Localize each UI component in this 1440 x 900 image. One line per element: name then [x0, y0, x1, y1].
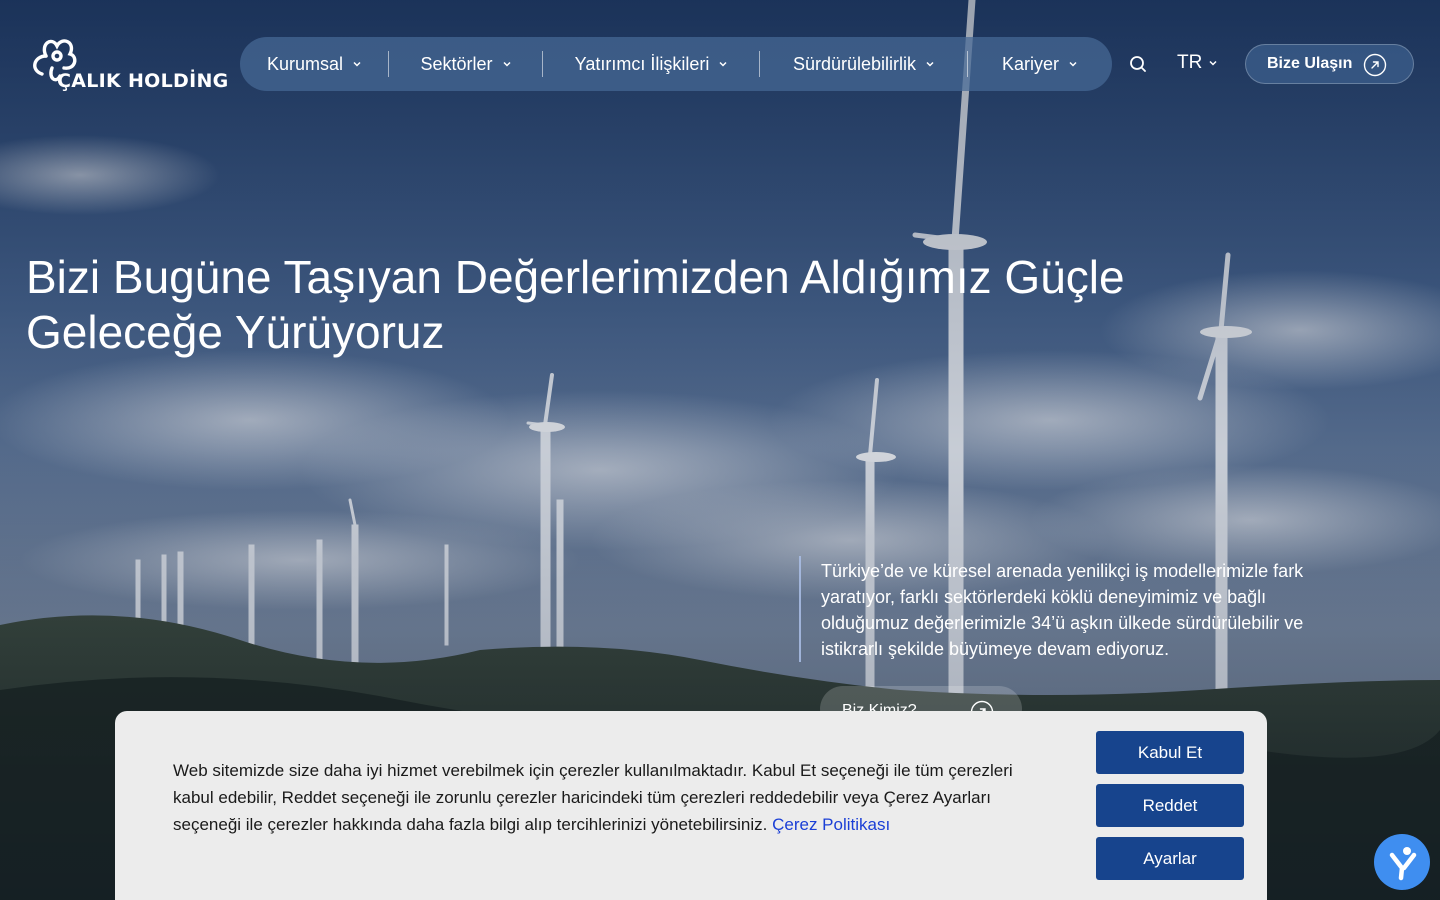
chevron-down-icon	[1069, 61, 1077, 67]
nav-item-label: Kurumsal	[266, 53, 344, 74]
nav-item-label: Sürdürülebilirlik	[792, 53, 917, 74]
arrow-up-right-circle-icon	[1363, 53, 1387, 77]
nav-item-label: Yatırımcı İlişkileri	[574, 53, 710, 74]
cookie-consent-banner: Web sitemizde size daha iyi hizmet vereb…	[115, 711, 1267, 900]
language-label: TR	[1177, 52, 1203, 73]
accessibility-button[interactable]	[1374, 834, 1430, 890]
chevron-down-icon	[1209, 60, 1217, 66]
contact-us-label: Bize Ulaşın	[1267, 55, 1353, 72]
reject-cookies-button[interactable]: Reddet	[1096, 784, 1244, 827]
contact-us-button[interactable]: Bize Ulaşın	[1245, 44, 1414, 84]
cookie-policy-link[interactable]: Çerez Politikası	[772, 815, 890, 834]
hero-intro-text: Türkiye’de ve küresel arenada yenilikçi …	[821, 561, 1304, 659]
chevron-down-icon	[926, 61, 934, 67]
hero-intro: Türkiye’de ve küresel arenada yenilikçi …	[799, 556, 1339, 662]
nav-item-surdurulebilirlik[interactable]: Sürdürülebilirlik	[760, 37, 967, 91]
accessibility-icon	[1389, 847, 1417, 881]
hero-headline: Bizi Bugüne Taşıyan Değerlerimizden Aldı…	[26, 250, 1146, 360]
nav-item-yatirimci-iliskileri[interactable]: Yatırımcı İlişkileri	[543, 37, 759, 91]
brand-logo[interactable]: ÇALIK HOLDİNG	[26, 34, 228, 98]
cookie-settings-button[interactable]: Ayarlar	[1096, 837, 1244, 880]
brand-name: ÇALIK HOLDİNG	[57, 70, 229, 92]
main-navigation: Kurumsal Sektörler Yatırımcı İlişkileri …	[240, 37, 1112, 91]
accept-cookies-button[interactable]: Kabul Et	[1096, 731, 1244, 774]
cookie-message: Web sitemizde size daha iyi hizmet vereb…	[173, 757, 1043, 838]
nav-item-sektorler[interactable]: Sektörler	[389, 37, 542, 91]
nav-item-kurumsal[interactable]: Kurumsal	[240, 37, 388, 91]
chevron-down-icon	[353, 61, 361, 67]
nav-item-kariyer[interactable]: Kariyer	[968, 37, 1111, 91]
chevron-down-icon	[719, 61, 727, 67]
search-button[interactable]	[1128, 54, 1148, 74]
search-icon	[1130, 56, 1146, 72]
hero-headline-line-1: Bizi Bugüne Taşıyan Değerlerimizden Aldı…	[26, 251, 1125, 303]
nav-item-label: Kariyer	[1001, 53, 1059, 74]
nav-item-label: Sektörler	[420, 53, 493, 74]
chevron-down-icon	[502, 61, 511, 67]
language-selector[interactable]: TR	[1177, 52, 1217, 74]
hero-headline-line-2: Geleceğe Yürüyoruz	[26, 306, 445, 358]
